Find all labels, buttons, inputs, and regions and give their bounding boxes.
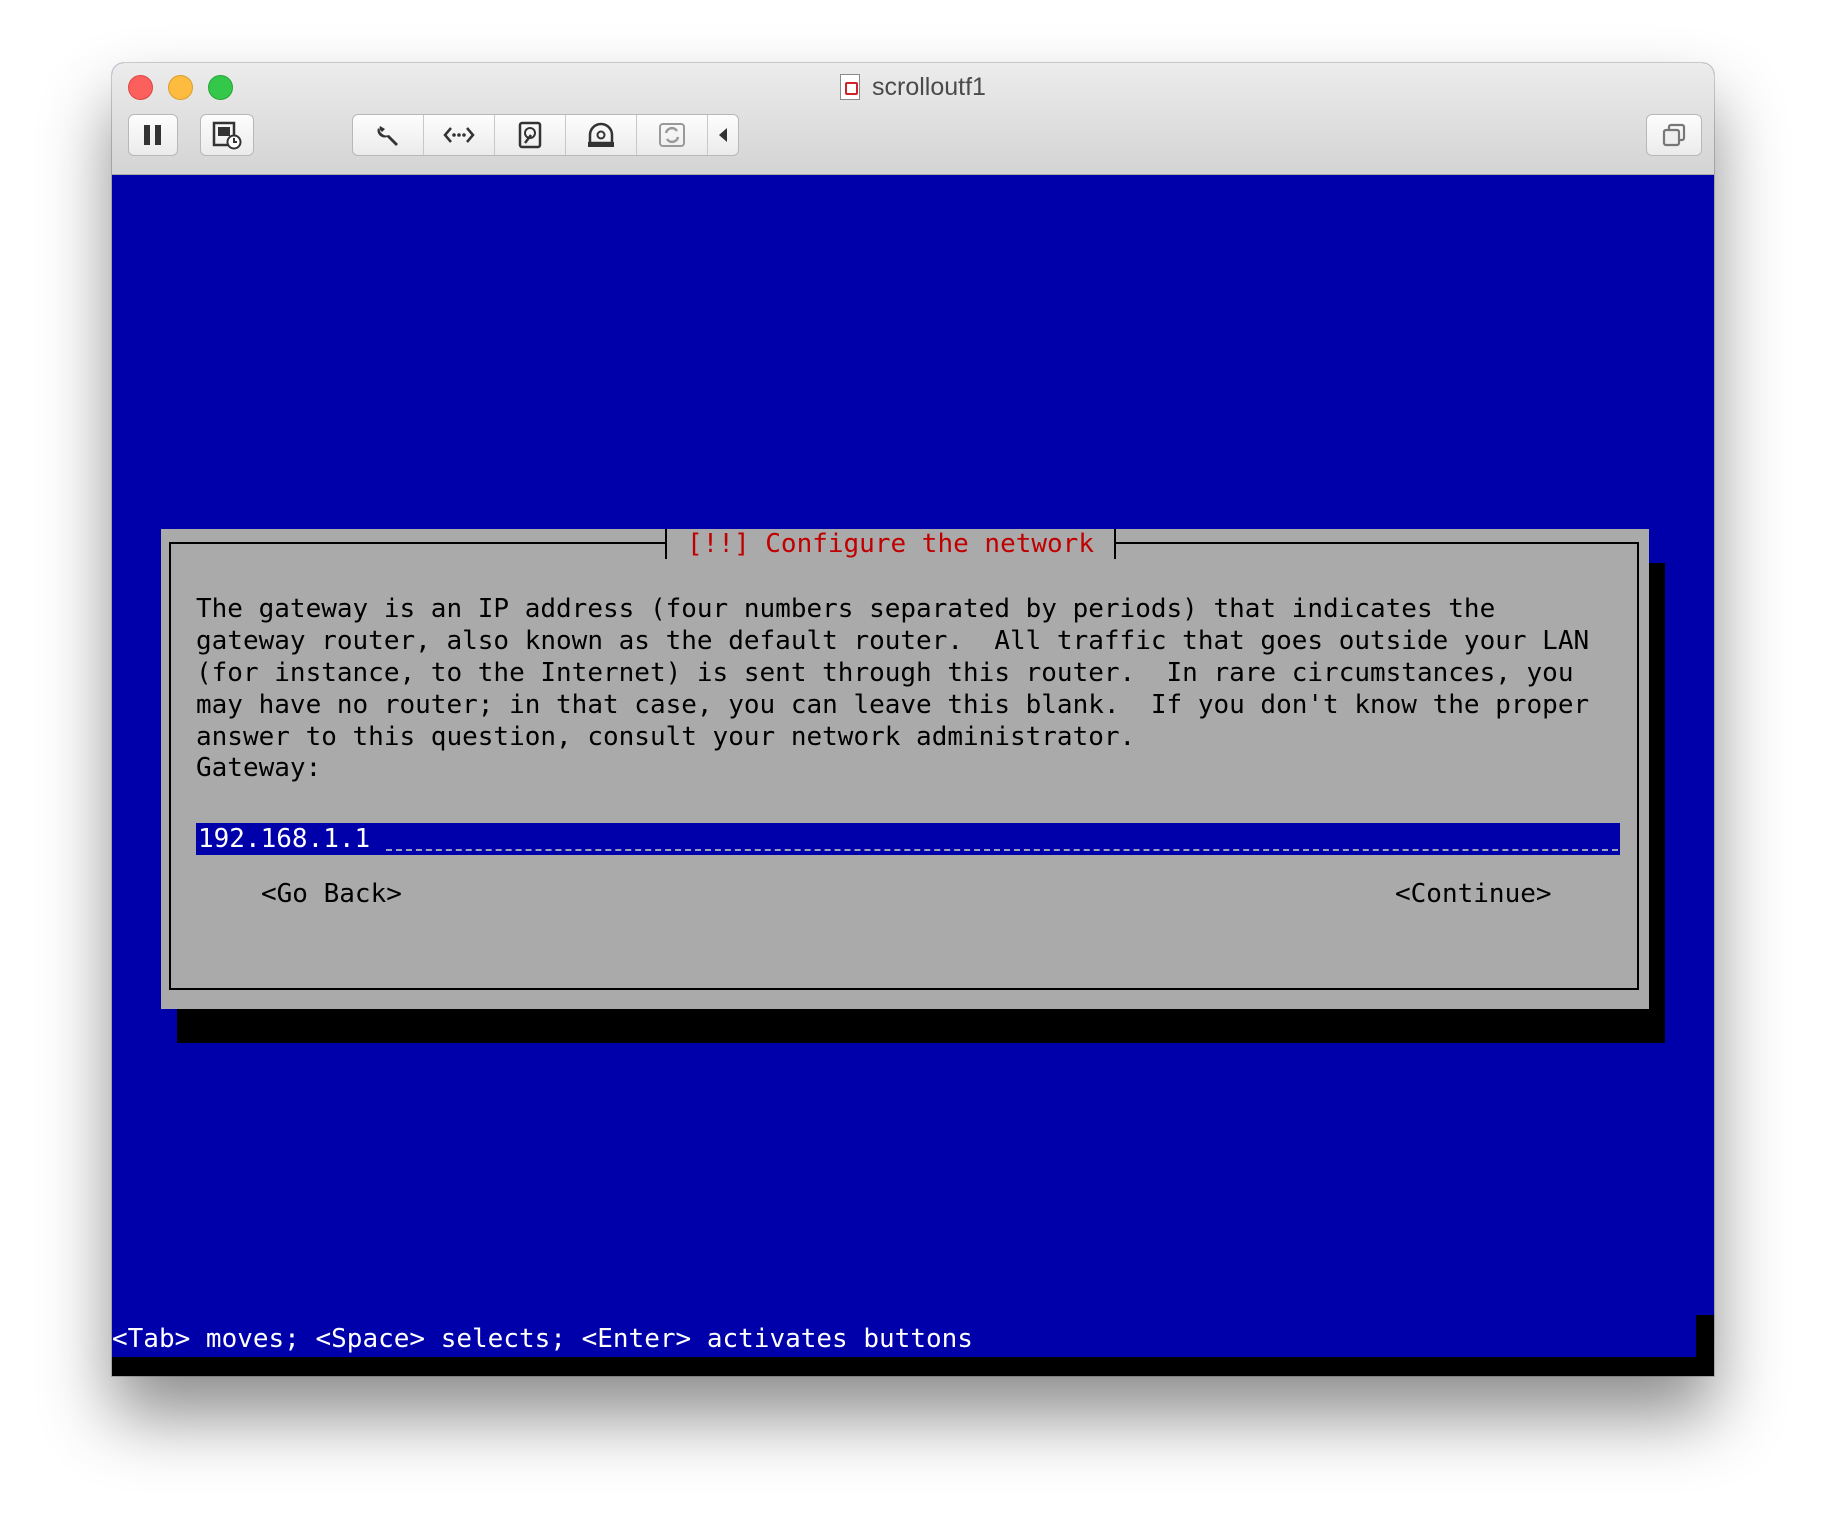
wrench-icon xyxy=(377,126,398,146)
go-back-button[interactable]: <Go Back> xyxy=(261,879,402,909)
configure-network-dialog: [!!] Configure the network The gateway i… xyxy=(161,529,1649,1009)
settings-button[interactable] xyxy=(353,115,424,155)
window-titlebar: scrolloutf1 xyxy=(112,63,1714,175)
dialog-description: The gateway is an IP address (four numbe… xyxy=(196,594,1590,752)
gateway-label: Gateway: xyxy=(196,753,322,783)
vm-window: scrolloutf1 [!!] Configure the network T… xyxy=(112,63,1714,1376)
pause-button[interactable] xyxy=(128,114,178,156)
screen-bottom-bar xyxy=(112,1357,1714,1376)
network-button[interactable] xyxy=(424,115,495,155)
snapshot-icon xyxy=(212,121,242,150)
device-toolbar xyxy=(352,114,739,156)
gateway-input[interactable]: 192.168.1.1 xyxy=(196,823,1620,855)
status-edge xyxy=(1696,1315,1714,1357)
dialog-title: [!!] Configure the network xyxy=(665,529,1116,559)
collapse-toolbar-button[interactable] xyxy=(708,115,738,155)
fullscreen-button[interactable] xyxy=(1646,114,1702,156)
pause-icon xyxy=(144,125,161,145)
network-arrows-icon xyxy=(443,127,475,143)
hard-disk-icon xyxy=(518,121,542,149)
window-title-text: scrolloutf1 xyxy=(872,72,986,101)
vm-document-icon xyxy=(840,74,861,100)
shared-folders-button[interactable] xyxy=(637,115,708,155)
input-underline xyxy=(386,849,1618,851)
continue-button[interactable]: <Continue> xyxy=(1395,879,1552,909)
vm-console-screen[interactable]: [!!] Configure the network The gateway i… xyxy=(112,175,1714,1376)
optical-drive-icon xyxy=(588,122,614,147)
window-restore-icon xyxy=(1662,123,1686,147)
cd-dvd-button[interactable] xyxy=(566,115,637,155)
snapshot-button[interactable] xyxy=(200,114,254,156)
help-status-line: <Tab> moves; <Space> selects; <Enter> ac… xyxy=(112,1324,973,1354)
hard-disk-button[interactable] xyxy=(495,115,566,155)
triangle-left-icon xyxy=(719,128,727,142)
sync-icon xyxy=(659,123,685,147)
gateway-value: 192.168.1.1 xyxy=(198,824,371,854)
window-title: scrolloutf1 xyxy=(112,72,1714,102)
